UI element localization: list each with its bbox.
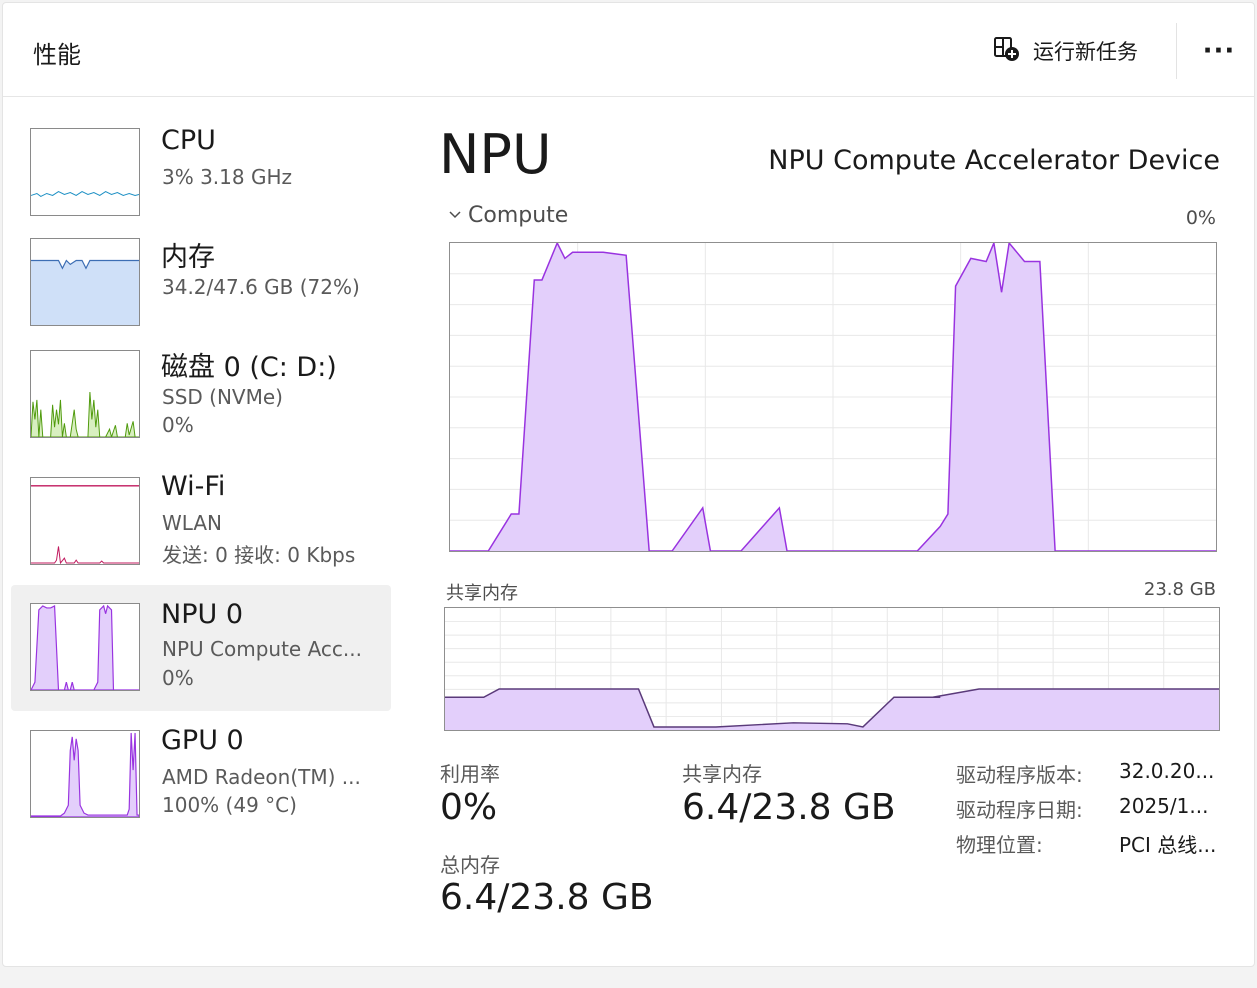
shared-memory-chart <box>444 607 1220 731</box>
total-memory-value: 6.4/23.8 GB <box>440 877 654 918</box>
shared-memory-chart-max: 23.8 GB <box>1143 579 1216 600</box>
cpu-thumb-line <box>31 190 139 198</box>
sidebar-item-gpu[interactable]: GPU 0 AMD Radeon(TM) ... 100% (49 °C) <box>11 711 391 837</box>
utilization-label: 利用率 <box>440 762 500 786</box>
sidebar-item-detail: 0% <box>162 666 194 690</box>
sidebar-item-subtitle: AMD Radeon(TM) ... <box>162 765 361 789</box>
disk-thumbnail <box>30 350 140 438</box>
device-type-title: NPU <box>439 123 552 186</box>
more-options-button[interactable]: ··· <box>1199 31 1239 71</box>
disk-thumb-fill <box>31 392 139 437</box>
driver-version-label: 驱动程序版本: <box>956 763 1083 787</box>
header: 性能 运行新任务 ··· <box>3 3 1254 97</box>
sidebar-item-title: CPU <box>161 125 216 156</box>
compute-percent: 0% <box>1185 207 1216 229</box>
engine-label: Compute <box>468 203 569 228</box>
sidebar-item-title: 磁盘 0 (C: D:) <box>161 352 337 383</box>
engine-selector[interactable]: Compute <box>448 203 568 228</box>
memory-thumb-fill <box>31 260 139 325</box>
sidebar-item-detail: 发送: 0 接收: 0 Kbps <box>162 543 356 567</box>
sidebar-item-detail: 0% <box>162 413 194 437</box>
header-divider <box>1176 23 1177 79</box>
sidebar-item-title: 内存 <box>161 242 215 273</box>
device-name: NPU Compute Accelerator Device <box>768 145 1220 176</box>
total-memory-label: 总内存 <box>440 853 500 877</box>
shared-memory-chart-svg <box>445 608 1219 730</box>
sidebar-item-subtitle: WLAN <box>162 511 223 535</box>
sidebar-item-cpu[interactable]: CPU 3% 3.18 GHz <box>11 111 391 237</box>
sidebar-item-wifi[interactable]: Wi-Fi WLAN 发送: 0 接收: 0 Kbps <box>11 457 391 583</box>
gpu-thumb-fill <box>31 732 139 817</box>
sidebar-item-title: Wi-Fi <box>161 471 226 502</box>
cpu-thumbnail <box>30 128 140 216</box>
physical-location-label: 物理位置: <box>956 833 1043 857</box>
run-new-task-button[interactable]: 运行新任务 <box>993 31 1138 71</box>
gpu-thumbnail <box>30 730 140 818</box>
utilization-value: 0% <box>440 787 498 828</box>
sidebar-item-subtitle: SSD (NVMe) <box>162 385 283 409</box>
run-task-icon <box>993 35 1021 67</box>
sidebar-item-subtitle: 3% 3.18 GHz <box>162 165 293 189</box>
compute-chart-svg <box>450 243 1216 551</box>
physical-location-value: PCI 总线... <box>1119 833 1217 857</box>
sidebar-item-detail: 100% (49 °C) <box>162 793 297 817</box>
sidebar-item-subtitle: NPU Compute Acc... <box>162 637 362 661</box>
shared-memory-chart-label: 共享内存 <box>446 583 518 604</box>
sidebar-item-title: GPU 0 <box>161 725 244 756</box>
shared-memory-value: 6.4/23.8 GB <box>682 787 896 828</box>
driver-date-value: 2025/1... <box>1119 794 1209 818</box>
sidebar-item-subtitle: 34.2/47.6 GB (72%) <box>162 275 360 299</box>
shared-memory-label: 共享内存 <box>682 762 762 786</box>
task-manager-window: 性能 运行新任务 ··· CPU 3% 3.18 GHz 内存 34.2/47.… <box>2 2 1255 967</box>
chevron-down-icon <box>448 203 462 228</box>
driver-version-value: 32.0.20... <box>1119 759 1215 783</box>
sidebar-item-memory[interactable]: 内存 34.2/47.6 GB (72%) <box>11 221 391 347</box>
npu-thumbnail <box>30 603 140 691</box>
wifi-thumbnail <box>30 477 140 565</box>
sidebar-item-npu[interactable]: NPU 0 NPU Compute Acc... 0% <box>11 585 391 711</box>
run-new-task-label: 运行新任务 <box>1033 40 1138 64</box>
wifi-thumb-line <box>31 546 139 564</box>
page-title: 性能 <box>33 41 81 69</box>
sidebar-item-title: NPU 0 <box>161 599 244 630</box>
driver-date-label: 驱动程序日期: <box>956 798 1083 822</box>
npu-thumb-fill <box>31 604 139 690</box>
sidebar-item-disk[interactable]: 磁盘 0 (C: D:) SSD (NVMe) 0% <box>11 331 391 457</box>
memory-thumbnail <box>30 238 140 326</box>
compute-chart <box>449 242 1217 552</box>
